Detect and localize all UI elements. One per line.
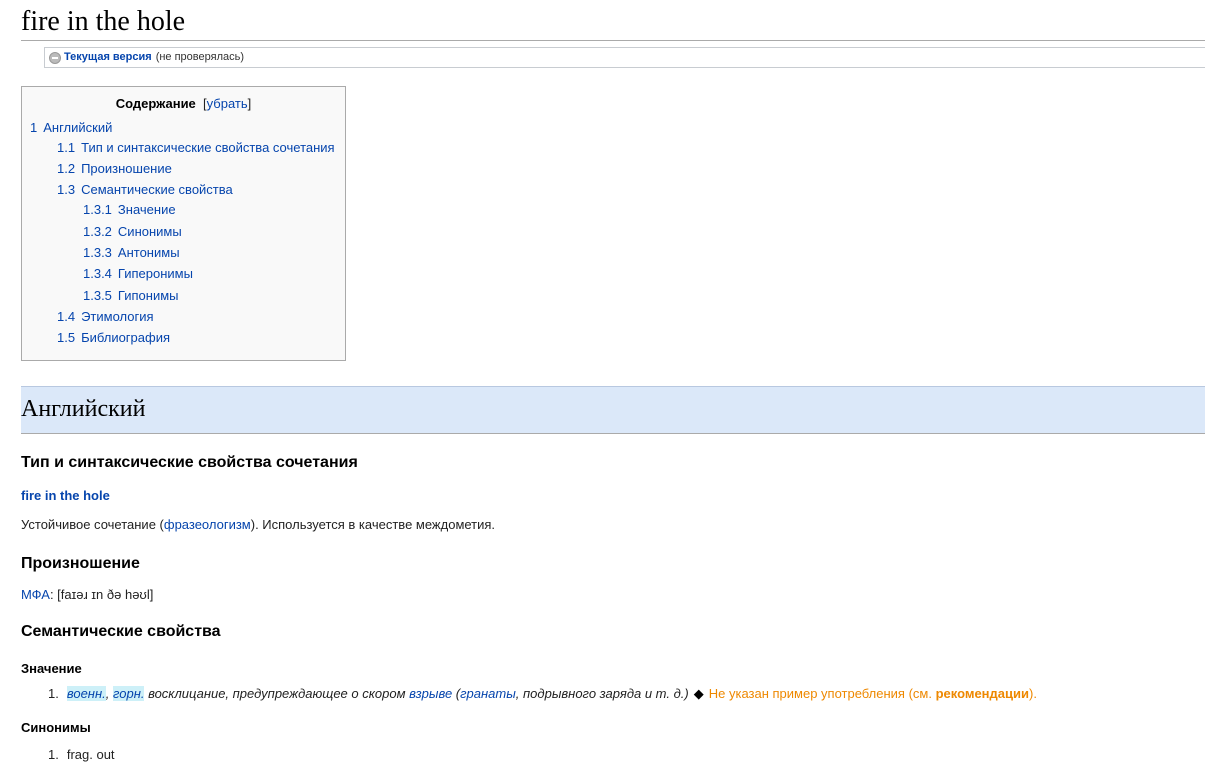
desc-text: ). Используется в качестве междометия.	[250, 517, 496, 532]
meaning-heading: Значение	[21, 661, 82, 676]
toc-number: 1.4	[57, 309, 76, 324]
toc-number: 1.3.2	[83, 224, 112, 239]
language-header: Английский	[21, 386, 1205, 434]
review-status: (не проверялась)	[155, 51, 245, 63]
list-number: 1.	[48, 686, 59, 701]
toc-item-1-3[interactable]: 1.3 Семантические свойства	[57, 182, 233, 198]
toc-label: Библиография	[81, 330, 171, 345]
toc-item-1-2[interactable]: 1.2 Произношение	[57, 161, 172, 177]
toc-number: 1.3.1	[83, 202, 112, 217]
semantic-heading: Семантические свойства	[21, 623, 221, 640]
warning-text: ).	[1029, 686, 1037, 701]
desc-text: Устойчивое сочетание (	[21, 517, 164, 532]
list-number: 1.	[48, 747, 59, 762]
table-of-contents: Содержание [убрать] 1 Английский 1.1 Тип и…	[21, 86, 346, 361]
phraseologism-link[interactable]: фразеологизм	[164, 517, 251, 532]
synonym-text: frag. out	[66, 747, 115, 762]
synonyms-heading: Синонимы	[21, 720, 91, 735]
toc-label: Английский	[43, 120, 113, 135]
toc-item-1-3-4[interactable]: 1.3.4 Гиперонимы	[83, 266, 193, 282]
title-divider	[21, 40, 1205, 41]
language-heading: Английский	[21, 396, 146, 422]
ipa-link[interactable]: МФА	[21, 587, 50, 602]
toc-item-1-3-3[interactable]: 1.3.3 Антонимы	[83, 245, 180, 261]
toc-item-1-4[interactable]: 1.4 Этимология	[57, 309, 154, 325]
toc-item-1[interactable]: 1 Английский	[30, 120, 112, 136]
toc-number: 1.2	[57, 161, 76, 176]
definition-text: восклицание, предупреждающее о скором	[144, 686, 410, 701]
explosion-link[interactable]: взрыве	[409, 686, 452, 701]
toc-label: Этимология	[81, 309, 154, 324]
warning-text: Не указан пример употребления (см.	[708, 686, 936, 701]
grenade-link[interactable]: гранаты	[460, 686, 516, 701]
toc-title: Содержание	[115, 96, 196, 111]
toc-label: Синонимы	[117, 224, 182, 239]
headword-link[interactable]: fire in the hole	[21, 488, 110, 503]
toc-label: Гиперонимы	[117, 266, 193, 281]
flagged-revs-bar: Текущая версия (не проверялась)	[44, 47, 1205, 68]
current-version-link[interactable]: Текущая версия	[64, 48, 152, 67]
ipa-line: МФА: [faɪəɹ ɪn ðə həʊl]	[21, 587, 153, 602]
page-title: fire in the hole	[21, 6, 186, 37]
minus-circle-icon	[49, 51, 61, 64]
toc-label: Семантические свойства	[81, 182, 233, 197]
mining-tag-link[interactable]: горн.	[112, 686, 145, 701]
toc-number: 1.1	[57, 140, 76, 155]
tag-separator: ,	[105, 686, 113, 701]
definition-text: (	[452, 686, 461, 701]
definition-text: , подрывного заряда и т. д.)	[515, 686, 689, 701]
toc-label: Тип и синтаксические свойства сочетания	[81, 140, 335, 155]
recommendations-link[interactable]: рекомендации	[936, 686, 1029, 701]
toc-toggle[interactable]: [убрать]	[203, 96, 251, 111]
toc-header: Содержание [убрать]	[22, 96, 345, 111]
pronunciation-heading: Произношение	[21, 555, 140, 572]
toc-number: 1.3.5	[83, 288, 112, 303]
meaning-item: 1. военн., горн. восклицание, предупрежда…	[48, 686, 1037, 702]
toc-number: 1.3.3	[83, 245, 112, 260]
synonym-item: 1. frag. out	[48, 747, 115, 762]
toc-label: Произношение	[81, 161, 172, 176]
type-description: Устойчивое сочетание (фразеологизм). Исп…	[21, 517, 495, 532]
toc-item-1-1[interactable]: 1.1 Тип и синтаксические свойства сочетан…	[57, 140, 335, 156]
toc-label: Гипонимы	[117, 288, 179, 303]
toc-number: 1	[30, 120, 38, 135]
toc-number: 1.3	[57, 182, 76, 197]
toc-item-1-3-1[interactable]: 1.3.1 Значение	[83, 202, 176, 218]
recommendations-label: рекомендации	[935, 686, 1029, 701]
diamond-icon: ◆	[693, 686, 704, 701]
military-tag-link[interactable]: военн.	[66, 686, 106, 701]
toc-item-1-3-2[interactable]: 1.3.2 Синонимы	[83, 224, 182, 240]
ipa-transcription: : [faɪəɹ ɪn ðə həʊl]	[49, 587, 154, 602]
toc-label: Антонимы	[117, 245, 180, 260]
missing-example-warning: Не указан пример употребления (см. реком…	[709, 686, 1037, 701]
toc-number: 1.5	[57, 330, 76, 345]
type-section-heading: Тип и синтаксические свойства сочетания	[21, 454, 358, 471]
toc-number: 1.3.4	[83, 266, 112, 281]
toc-item-1-5[interactable]: 1.5 Библиография	[57, 330, 170, 346]
toc-label: Значение	[117, 202, 176, 217]
toc-item-1-3-5[interactable]: 1.3.5 Гипонимы	[83, 288, 179, 304]
